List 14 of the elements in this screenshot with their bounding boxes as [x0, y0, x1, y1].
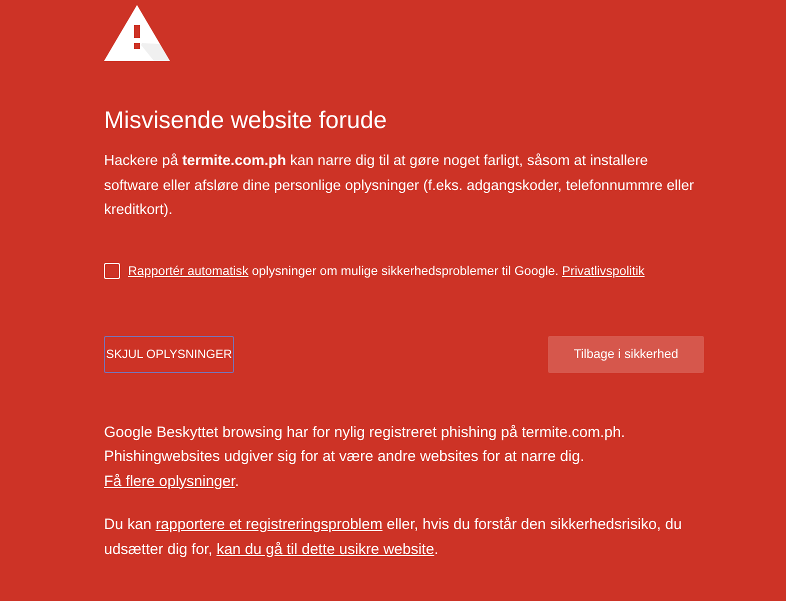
warning-icon: [104, 5, 170, 61]
hide-details-button[interactable]: SKJUL OPLYSNINGER: [104, 336, 234, 372]
page-heading: Misvisende website forude: [104, 106, 388, 136]
warning-paragraph: Hackere på termite.com.ph kan narre dig til at gøre noget farligt, såsom at installere software eller afsløre dine personlige oplysninger (f.eks. adgangskoder, telefonnummre eller kreditkort).: [104, 152, 695, 220]
text-link[interactable]: Få flere oplysninger: [104, 472, 235, 490]
checkbox[interactable]: [104, 262, 120, 278]
text-link[interactable]: Privatlivspolitik: [562, 264, 645, 278]
details-paragraph: Google Beskyttet browsing har for nylig registreret phishing på termite.com.ph. Phishingwebsites udgiver sig for at være andre websites for at narre dig. Få flere oplysninger.: [104, 422, 626, 492]
text-link[interactable]: Rapportér automatisk: [128, 264, 248, 278]
text-link[interactable]: rapportere et registreringsproblem: [156, 516, 382, 533]
details-paragraph: Du kan rapportere et registreringsproblem eller, hvis du forstår den sikkerhedsrisiko, du udsætter dig for, kan du gå til dette usikre website.: [104, 515, 683, 560]
report-option-label: Rapportér automatisk oplysninger om mulige sikkerhedsproblemer til Google. Privatlivspolitik: [128, 262, 645, 280]
back-to-safety-button[interactable]: Tilbage i sikkerhed: [548, 336, 704, 372]
text-link[interactable]: kan du gå til dette usikre website: [216, 540, 434, 558]
